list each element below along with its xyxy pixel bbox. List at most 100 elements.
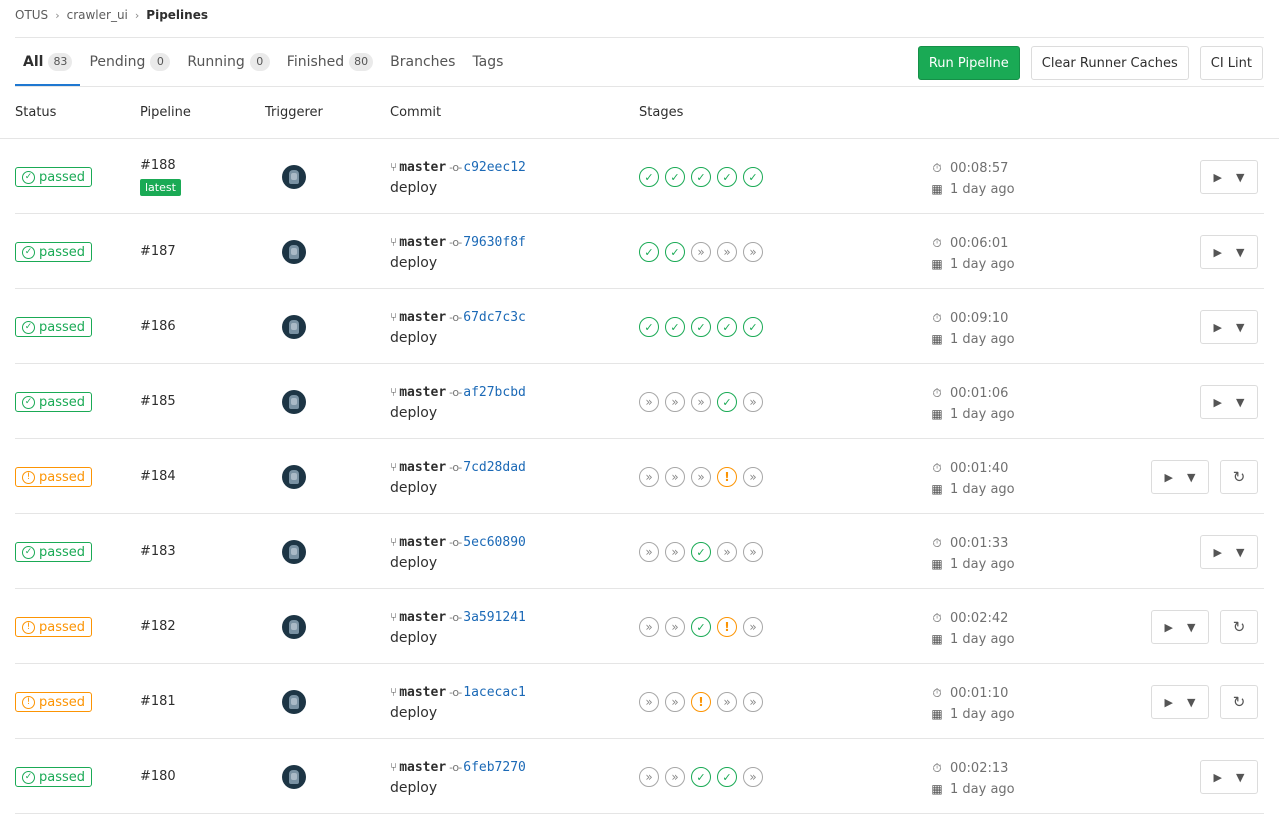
status-badge[interactable]: ✓ passed — [15, 242, 93, 262]
stage-success-icon[interactable]: ✓ — [717, 317, 737, 337]
stage-skipped-icon[interactable]: » — [691, 242, 711, 262]
stage-warning-icon[interactable]: ! — [717, 467, 737, 487]
status-badge[interactable]: ! passed — [15, 617, 93, 637]
pipeline-id-link[interactable]: #182 — [140, 619, 176, 634]
commit-sha-link[interactable]: c92eec12 — [463, 160, 526, 175]
stage-success-icon[interactable]: ✓ — [665, 167, 685, 187]
retry-button[interactable]: ↻ — [1220, 610, 1258, 644]
stage-skipped-icon[interactable]: » — [639, 542, 659, 562]
commit-sha-link[interactable]: 6feb7270 — [463, 760, 526, 775]
stage-warning-icon[interactable]: ! — [717, 617, 737, 637]
stage-success-icon[interactable]: ✓ — [743, 167, 763, 187]
breadcrumb-current[interactable]: Pipelines — [146, 8, 208, 22]
pipeline-id-link[interactable]: #187 — [140, 244, 176, 259]
commit-message[interactable]: deploy — [390, 480, 526, 496]
breadcrumb-project[interactable]: crawler_ui — [67, 8, 128, 22]
manual-actions-dropdown[interactable]: ▶ ▼ — [1151, 610, 1209, 644]
stage-skipped-icon[interactable]: » — [665, 617, 685, 637]
manual-actions-dropdown[interactable]: ▶ ▼ — [1200, 160, 1258, 194]
commit-sha-link[interactable]: 79630f8f — [463, 235, 526, 250]
status-badge[interactable]: ✓ passed — [15, 767, 93, 787]
stage-skipped-icon[interactable]: » — [639, 467, 659, 487]
status-badge[interactable]: ! passed — [15, 467, 93, 487]
stage-skipped-icon[interactable]: » — [743, 467, 763, 487]
manual-actions-dropdown[interactable]: ▶ ▼ — [1200, 310, 1258, 344]
commit-message[interactable]: deploy — [390, 180, 526, 196]
stage-success-icon[interactable]: ✓ — [691, 317, 711, 337]
stage-success-icon[interactable]: ✓ — [691, 167, 711, 187]
run-pipeline-button[interactable]: Run Pipeline — [917, 46, 1020, 80]
triggerer-avatar[interactable] — [282, 765, 306, 789]
tab-tags[interactable]: Tags — [464, 38, 511, 86]
stage-skipped-icon[interactable]: » — [665, 767, 685, 787]
commit-message[interactable]: deploy — [390, 555, 526, 571]
stage-skipped-icon[interactable]: » — [743, 617, 763, 637]
manual-actions-dropdown[interactable]: ▶ ▼ — [1200, 535, 1258, 569]
triggerer-avatar[interactable] — [282, 615, 306, 639]
status-badge[interactable]: ✓ passed — [15, 392, 93, 412]
triggerer-avatar[interactable] — [282, 315, 306, 339]
tab-finished[interactable]: Finished 80 — [279, 38, 381, 86]
ci-lint-button[interactable]: CI Lint — [1199, 46, 1263, 80]
tab-branches[interactable]: Branches — [382, 38, 463, 86]
stage-skipped-icon[interactable]: » — [665, 692, 685, 712]
triggerer-avatar[interactable] — [282, 165, 306, 189]
stage-skipped-icon[interactable]: » — [743, 392, 763, 412]
status-badge[interactable]: ✓ passed — [15, 542, 93, 562]
commit-message[interactable]: deploy — [390, 255, 526, 271]
stage-skipped-icon[interactable]: » — [743, 767, 763, 787]
manual-actions-dropdown[interactable]: ▶ ▼ — [1200, 760, 1258, 794]
commit-message[interactable]: deploy — [390, 330, 526, 346]
branch-link[interactable]: master — [399, 685, 446, 700]
stage-skipped-icon[interactable]: » — [743, 542, 763, 562]
status-badge[interactable]: ✓ passed — [15, 167, 93, 187]
commit-sha-link[interactable]: af27bcbd — [463, 385, 526, 400]
commit-sha-link[interactable]: 3a591241 — [463, 610, 526, 625]
tab-pending[interactable]: Pending 0 — [81, 38, 178, 86]
tab-all[interactable]: All 83 — [15, 38, 81, 86]
manual-actions-dropdown[interactable]: ▶ ▼ — [1151, 460, 1209, 494]
stage-skipped-icon[interactable]: » — [743, 242, 763, 262]
stage-skipped-icon[interactable]: » — [717, 542, 737, 562]
branch-link[interactable]: master — [399, 535, 446, 550]
stage-skipped-icon[interactable]: » — [691, 467, 711, 487]
stage-skipped-icon[interactable]: » — [665, 392, 685, 412]
stage-success-icon[interactable]: ✓ — [717, 767, 737, 787]
stage-skipped-icon[interactable]: » — [639, 767, 659, 787]
retry-button[interactable]: ↻ — [1220, 685, 1258, 719]
stage-success-icon[interactable]: ✓ — [639, 242, 659, 262]
stage-success-icon[interactable]: ✓ — [639, 317, 659, 337]
manual-actions-dropdown[interactable]: ▶ ▼ — [1200, 235, 1258, 269]
breadcrumb-group[interactable]: OTUS — [15, 8, 48, 22]
branch-link[interactable]: master — [399, 160, 446, 175]
triggerer-avatar[interactable] — [282, 240, 306, 264]
stage-skipped-icon[interactable]: » — [717, 242, 737, 262]
triggerer-avatar[interactable] — [282, 390, 306, 414]
branch-link[interactable]: master — [399, 235, 446, 250]
stage-skipped-icon[interactable]: » — [639, 692, 659, 712]
pipeline-id-link[interactable]: #186 — [140, 319, 176, 334]
branch-link[interactable]: master — [399, 310, 446, 325]
stage-success-icon[interactable]: ✓ — [691, 617, 711, 637]
pipeline-id-link[interactable]: #184 — [140, 469, 176, 484]
manual-actions-dropdown[interactable]: ▶ ▼ — [1200, 385, 1258, 419]
commit-message[interactable]: deploy — [390, 780, 526, 796]
stage-success-icon[interactable]: ✓ — [691, 767, 711, 787]
stage-skipped-icon[interactable]: » — [665, 542, 685, 562]
stage-skipped-icon[interactable]: » — [743, 692, 763, 712]
commit-sha-link[interactable]: 5ec60890 — [463, 535, 526, 550]
pipeline-id-link[interactable]: #188 — [140, 158, 176, 173]
stage-skipped-icon[interactable]: » — [665, 467, 685, 487]
retry-button[interactable]: ↻ — [1220, 460, 1258, 494]
branch-link[interactable]: master — [399, 385, 446, 400]
commit-sha-link[interactable]: 1acecac1 — [463, 685, 526, 700]
stage-skipped-icon[interactable]: » — [717, 692, 737, 712]
stage-warning-icon[interactable]: ! — [691, 692, 711, 712]
stage-success-icon[interactable]: ✓ — [639, 167, 659, 187]
status-badge[interactable]: ✓ passed — [15, 317, 93, 337]
commit-message[interactable]: deploy — [390, 405, 526, 421]
stage-skipped-icon[interactable]: » — [639, 617, 659, 637]
commit-sha-link[interactable]: 67dc7c3c — [463, 310, 526, 325]
commit-sha-link[interactable]: 7cd28dad — [463, 460, 526, 475]
triggerer-avatar[interactable] — [282, 465, 306, 489]
